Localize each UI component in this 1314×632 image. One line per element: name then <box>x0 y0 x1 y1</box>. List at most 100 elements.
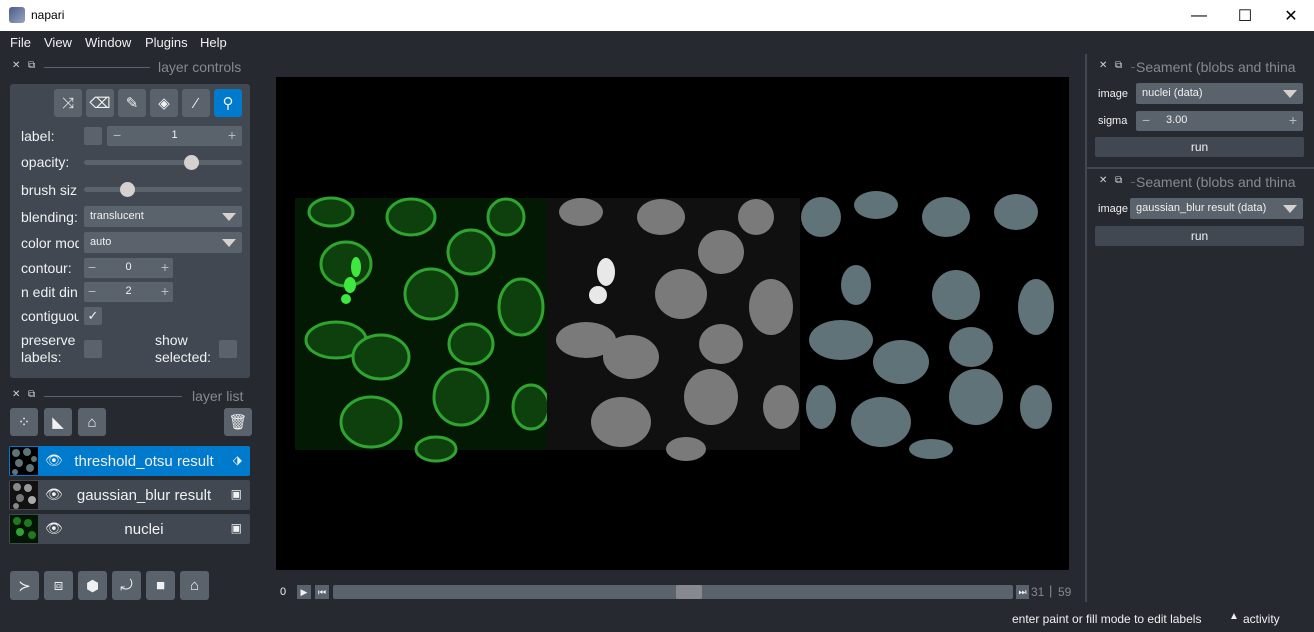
pan-zoom-button[interactable]: ⚲ <box>214 89 242 117</box>
canvas-image <box>295 191 1054 463</box>
pick-button[interactable]: ⁄ <box>182 89 210 117</box>
layer-row-threshold-otsu[interactable]: 👁 threshold_otsu result ⬗ <box>9 446 250 476</box>
header-divider <box>44 396 182 397</box>
step-back-button[interactable]: ⏮ <box>315 585 329 599</box>
layer-thumbnail <box>10 481 38 509</box>
brush-size-slider-handle[interactable] <box>119 182 135 197</box>
run-button-1[interactable]: run <box>1095 137 1304 157</box>
maximize-button[interactable]: ☐ <box>1222 0 1268 31</box>
transpose-button[interactable]: ⤾ <box>112 571 141 600</box>
new-points-button[interactable]: ⁘ <box>10 408 38 436</box>
transpose-icon: ⤾ <box>120 577 133 594</box>
menu-plugins[interactable]: Plugins <box>145 35 188 50</box>
slider-total-label: 59 <box>1058 585 1072 599</box>
tag-icon: ⌂ <box>87 413 97 431</box>
step-forward-button[interactable]: ⏭ <box>1016 585 1029 599</box>
close-dock-icon[interactable]: ✕ <box>1099 175 1107 186</box>
preserve-labels-checkbox[interactable] <box>84 340 102 358</box>
play-button[interactable]: ▶ <box>297 585 311 599</box>
plus-icon[interactable]: + <box>1289 112 1297 128</box>
menu-window[interactable]: Window <box>85 35 131 50</box>
sigma-value: 3.00 <box>1166 114 1188 126</box>
blending-dropdown[interactable]: translucent <box>84 206 242 227</box>
contour-value: 0 <box>125 261 132 273</box>
preserve-labels-label: preserve labels: <box>21 332 76 365</box>
activity-button[interactable]: activity <box>1243 612 1280 626</box>
console-button[interactable]: ≻ <box>10 571 39 600</box>
float-dock-icon[interactable]: ⧉ <box>1115 175 1122 186</box>
shuffle-colors-button[interactable]: ⤨ <box>54 89 82 117</box>
erase-button[interactable]: ⌫ <box>86 89 114 117</box>
plus-icon[interactable]: + <box>228 127 236 143</box>
header-divider <box>1131 67 1135 68</box>
paint-button[interactable]: ✎ <box>118 89 146 117</box>
brush-icon: ✎ <box>125 95 139 112</box>
show-selected-checkbox[interactable] <box>219 340 237 358</box>
opacity-slider-handle[interactable] <box>184 155 200 170</box>
new-labels-button[interactable]: ⌂ <box>78 408 106 436</box>
slider-divider: | <box>1049 583 1053 598</box>
caret-up-icon[interactable]: ▲ <box>1229 611 1239 622</box>
label-value: 1 <box>171 129 178 141</box>
layer-row-nuclei[interactable]: 👁 nuclei ▣ <box>9 514 250 544</box>
close-dock-icon[interactable]: ✕ <box>12 60 20 71</box>
layer-name[interactable]: threshold_otsu result <box>69 453 219 470</box>
float-dock-icon[interactable]: ⧉ <box>28 389 35 400</box>
run-button-2[interactable]: run <box>1095 226 1304 246</box>
eye-icon[interactable]: 👁 <box>45 452 63 469</box>
new-shapes-button[interactable]: ◣ <box>44 408 72 436</box>
plus-icon[interactable]: + <box>161 259 169 275</box>
sigma-label: sigma <box>1098 115 1128 127</box>
cube-icon: ⧈ <box>53 577 64 594</box>
roll-dims-button[interactable]: ⬢ <box>78 571 107 600</box>
opacity-slider[interactable] <box>84 160 242 165</box>
eyedropper-icon: ⁄ <box>194 94 198 112</box>
n-edit-dim-spinbox[interactable]: − 2 + <box>84 282 173 302</box>
layer-row-gaussian-blur[interactable]: 👁 gaussian_blur result ▣ <box>9 480 250 510</box>
label-spinbox[interactable]: − 1 + <box>107 126 242 146</box>
eye-icon[interactable]: 👁 <box>45 486 63 503</box>
home-button[interactable]: ⌂ <box>180 571 209 600</box>
image-dropdown[interactable]: gaussian_blur result (data) <box>1130 198 1303 219</box>
image-dropdown-value: nuclei (data) <box>1142 87 1203 99</box>
dims-slider-track[interactable] <box>333 585 1013 599</box>
layer-name[interactable]: gaussian_blur result <box>69 487 219 504</box>
menu-bar: File View Window Plugins Help <box>0 31 1314 54</box>
sigma-spinbox[interactable]: − 3.00 + <box>1136 111 1303 131</box>
viewer-canvas[interactable] <box>276 77 1069 570</box>
fill-button[interactable]: ◈ <box>150 89 178 117</box>
dims-slider-handle[interactable] <box>676 585 702 599</box>
step-back-icon: ⏮ <box>317 587 327 597</box>
delete-layer-button[interactable]: 🗑 <box>224 408 252 436</box>
step-forward-icon: ⏭ <box>1018 587 1027 597</box>
grid-button[interactable]: ■ <box>146 571 175 600</box>
layer-thumbnail <box>10 447 38 475</box>
menu-help[interactable]: Help <box>200 35 227 50</box>
plus-icon[interactable]: + <box>161 283 169 299</box>
console-icon: ≻ <box>18 577 31 595</box>
napari-app-icon <box>9 7 25 23</box>
plugin-panel-2-title: Seament (blobs and thina <box>1136 174 1296 190</box>
menu-view[interactable]: View <box>44 35 72 50</box>
menu-file[interactable]: File <box>10 35 31 50</box>
thumbnail-green-image <box>10 515 38 543</box>
contiguous-checkbox[interactable]: ✓ <box>84 307 102 325</box>
close-dock-icon[interactable]: ✕ <box>1099 60 1107 71</box>
contour-spinbox[interactable]: − 0 + <box>84 258 173 278</box>
float-dock-icon[interactable]: ⧉ <box>28 60 35 71</box>
image-dropdown[interactable]: nuclei (data) <box>1136 83 1303 104</box>
float-dock-icon[interactable]: ⧉ <box>1115 60 1122 71</box>
layer-thumbnail <box>10 515 38 543</box>
close-button[interactable]: ✕ <box>1268 0 1314 31</box>
close-dock-icon[interactable]: ✕ <box>12 389 20 400</box>
label-color-swatch[interactable] <box>84 127 102 145</box>
layer-name[interactable]: nuclei <box>69 521 219 538</box>
ndisplay-button[interactable]: ⧈ <box>44 571 73 600</box>
minus-icon[interactable]: − <box>1142 112 1150 128</box>
eye-icon[interactable]: 👁 <box>45 520 63 537</box>
color-mode-dropdown[interactable]: auto <box>84 232 242 253</box>
image-dropdown-value: gaussian_blur result (data) <box>1136 202 1267 214</box>
minimize-button[interactable]: — <box>1176 0 1222 31</box>
tag-icon: ⬗ <box>232 453 242 467</box>
brush-size-slider[interactable] <box>84 187 242 192</box>
